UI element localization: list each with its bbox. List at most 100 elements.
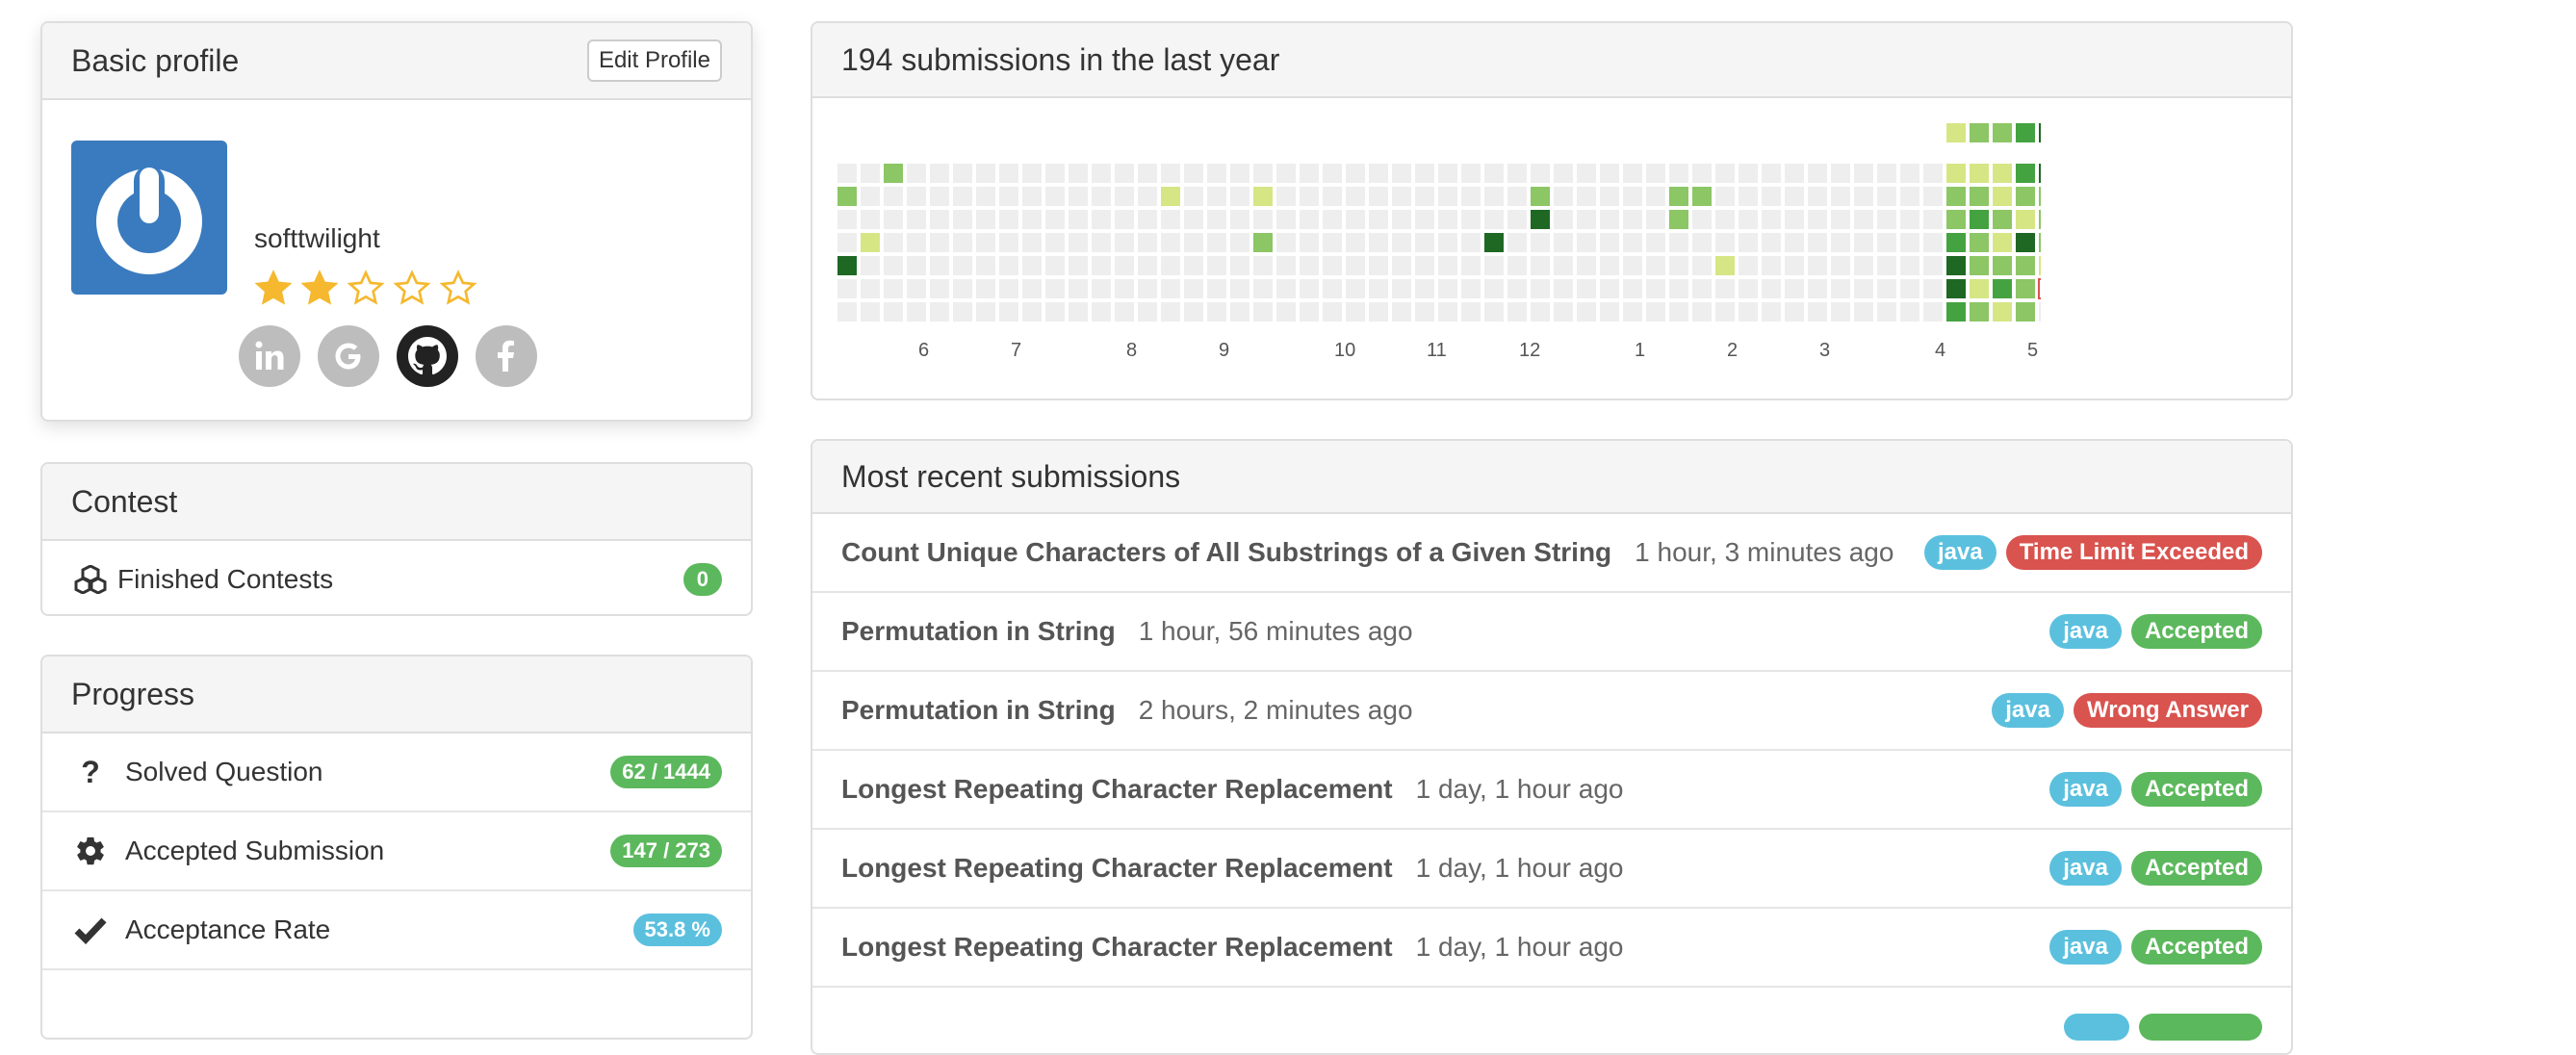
heatmap-cell[interactable] xyxy=(1369,187,1388,206)
heatmap-cell[interactable] xyxy=(1877,256,1896,275)
heatmap-cell[interactable] xyxy=(1369,302,1388,322)
heatmap-cell[interactable] xyxy=(1993,256,2012,275)
heatmap-cell[interactable] xyxy=(1184,279,1203,298)
heatmap-cell[interactable] xyxy=(1669,210,1688,229)
heatmap-cell[interactable] xyxy=(1831,210,1850,229)
heatmap-cell[interactable] xyxy=(1415,233,1434,252)
heatmap-cell[interactable] xyxy=(1184,210,1203,229)
heatmap-cell[interactable] xyxy=(930,279,949,298)
heatmap-cell[interactable] xyxy=(1230,187,1249,206)
heatmap-cell[interactable] xyxy=(1138,164,1157,183)
heatmap-cell[interactable] xyxy=(1022,210,1042,229)
heatmap-cell[interactable] xyxy=(907,256,926,275)
heatmap-cell[interactable] xyxy=(1138,279,1157,298)
heatmap-cell[interactable] xyxy=(1369,164,1388,183)
heatmap-cell[interactable] xyxy=(1392,164,1411,183)
heatmap-cell[interactable] xyxy=(1276,256,1296,275)
heatmap-cell[interactable] xyxy=(1577,210,1596,229)
heatmap-cell[interactable] xyxy=(907,164,926,183)
heatmap-cell[interactable] xyxy=(1253,233,1273,252)
heatmap-cell[interactable] xyxy=(1993,279,2012,298)
heatmap-cell[interactable] xyxy=(953,256,972,275)
heatmap-cell[interactable] xyxy=(999,279,1018,298)
heatmap-cell[interactable] xyxy=(1300,256,1319,275)
heatmap-cell[interactable] xyxy=(1161,210,1180,229)
heatmap-cell[interactable] xyxy=(884,256,903,275)
heatmap-cell[interactable] xyxy=(976,187,995,206)
heatmap-cell[interactable] xyxy=(1970,302,1989,322)
heatmap-cell[interactable] xyxy=(1092,256,1111,275)
heatmap-cell[interactable] xyxy=(1923,187,1943,206)
heatmap-cell[interactable] xyxy=(1484,164,1504,183)
heatmap-cell[interactable] xyxy=(1993,123,2012,142)
heatmap-cell[interactable] xyxy=(1946,233,1966,252)
heatmap-cell[interactable] xyxy=(1207,256,1226,275)
heatmap-cell[interactable] xyxy=(1531,164,1550,183)
heatmap-cell[interactable] xyxy=(1669,302,1688,322)
heatmap-cell[interactable] xyxy=(1230,256,1249,275)
heatmap-cell[interactable] xyxy=(1415,210,1434,229)
heatmap-cell[interactable] xyxy=(1484,210,1504,229)
heatmap-cell[interactable] xyxy=(1484,187,1504,206)
heatmap-cell[interactable] xyxy=(976,164,995,183)
submission-title[interactable]: Permutation in String xyxy=(841,695,1116,726)
heatmap-cell[interactable] xyxy=(1022,164,1042,183)
heatmap-cell[interactable] xyxy=(1600,210,1619,229)
heatmap-cell[interactable] xyxy=(1300,210,1319,229)
heatmap-cell[interactable] xyxy=(2016,302,2035,322)
heatmap-cell[interactable] xyxy=(1115,302,1134,322)
submission-title[interactable]: Count Unique Characters of All Substring… xyxy=(841,537,1611,568)
heatmap-cell[interactable] xyxy=(1715,233,1735,252)
heatmap-cell[interactable] xyxy=(1946,123,1966,142)
username[interactable]: softtwilight xyxy=(254,223,380,254)
heatmap-cell[interactable] xyxy=(930,187,949,206)
heatmap-cell[interactable] xyxy=(1831,279,1850,298)
heatmap-cell[interactable] xyxy=(1161,233,1180,252)
heatmap-cell[interactable] xyxy=(1115,256,1134,275)
heatmap-cell[interactable] xyxy=(953,279,972,298)
heatmap-cell[interactable] xyxy=(1276,279,1296,298)
heatmap-cell[interactable] xyxy=(837,302,857,322)
heatmap-cell[interactable] xyxy=(1230,164,1249,183)
heatmap-cell[interactable] xyxy=(884,164,903,183)
heatmap-cell[interactable] xyxy=(1045,233,1065,252)
heatmap-cell[interactable] xyxy=(1323,187,1342,206)
heatmap-cell[interactable] xyxy=(1045,164,1065,183)
submission-title[interactable]: Longest Repeating Character Replacement xyxy=(841,774,1393,805)
heatmap-cell[interactable] xyxy=(976,279,995,298)
heatmap-cell[interactable] xyxy=(1970,279,1989,298)
heatmap-cell[interactable] xyxy=(953,164,972,183)
heatmap-cell[interactable] xyxy=(1623,164,1642,183)
heatmap-cell[interactable] xyxy=(1253,164,1273,183)
heatmap-cell[interactable] xyxy=(907,279,926,298)
heatmap-cell[interactable] xyxy=(1438,233,1457,252)
heatmap-cell[interactable] xyxy=(999,302,1018,322)
heatmap-cell[interactable] xyxy=(1138,302,1157,322)
heatmap-cell[interactable] xyxy=(1507,187,1527,206)
heatmap-cell[interactable] xyxy=(1970,187,1989,206)
heatmap-cell[interactable] xyxy=(1276,164,1296,183)
heatmap-cell[interactable] xyxy=(1831,256,1850,275)
heatmap-cell[interactable] xyxy=(1392,210,1411,229)
heatmap-cell[interactable] xyxy=(976,302,995,322)
heatmap-cell[interactable] xyxy=(1092,279,1111,298)
heatmap-cell[interactable] xyxy=(1877,187,1896,206)
heatmap-cell[interactable] xyxy=(1600,302,1619,322)
heatmap-cell[interactable] xyxy=(861,187,880,206)
heatmap-cell[interactable] xyxy=(1923,210,1943,229)
heatmap-cell[interactable] xyxy=(999,164,1018,183)
heatmap-cell[interactable] xyxy=(1392,279,1411,298)
heatmap-cell[interactable] xyxy=(1646,164,1665,183)
heatmap-cell[interactable] xyxy=(1369,256,1388,275)
submission-row[interactable]: Longest Repeating Character Replacement … xyxy=(812,909,2291,988)
heatmap-cell[interactable] xyxy=(2016,187,2035,206)
heatmap-cell[interactable] xyxy=(1230,302,1249,322)
heatmap-cell[interactable] xyxy=(1207,279,1226,298)
heatmap-cell[interactable] xyxy=(953,233,972,252)
heatmap-cell[interactable] xyxy=(837,279,857,298)
heatmap-cell[interactable] xyxy=(1346,302,1365,322)
heatmap-cell[interactable] xyxy=(1461,210,1481,229)
heatmap-cell[interactable] xyxy=(2039,164,2041,183)
heatmap-cell[interactable] xyxy=(1253,256,1273,275)
heatmap-cell[interactable] xyxy=(861,279,880,298)
